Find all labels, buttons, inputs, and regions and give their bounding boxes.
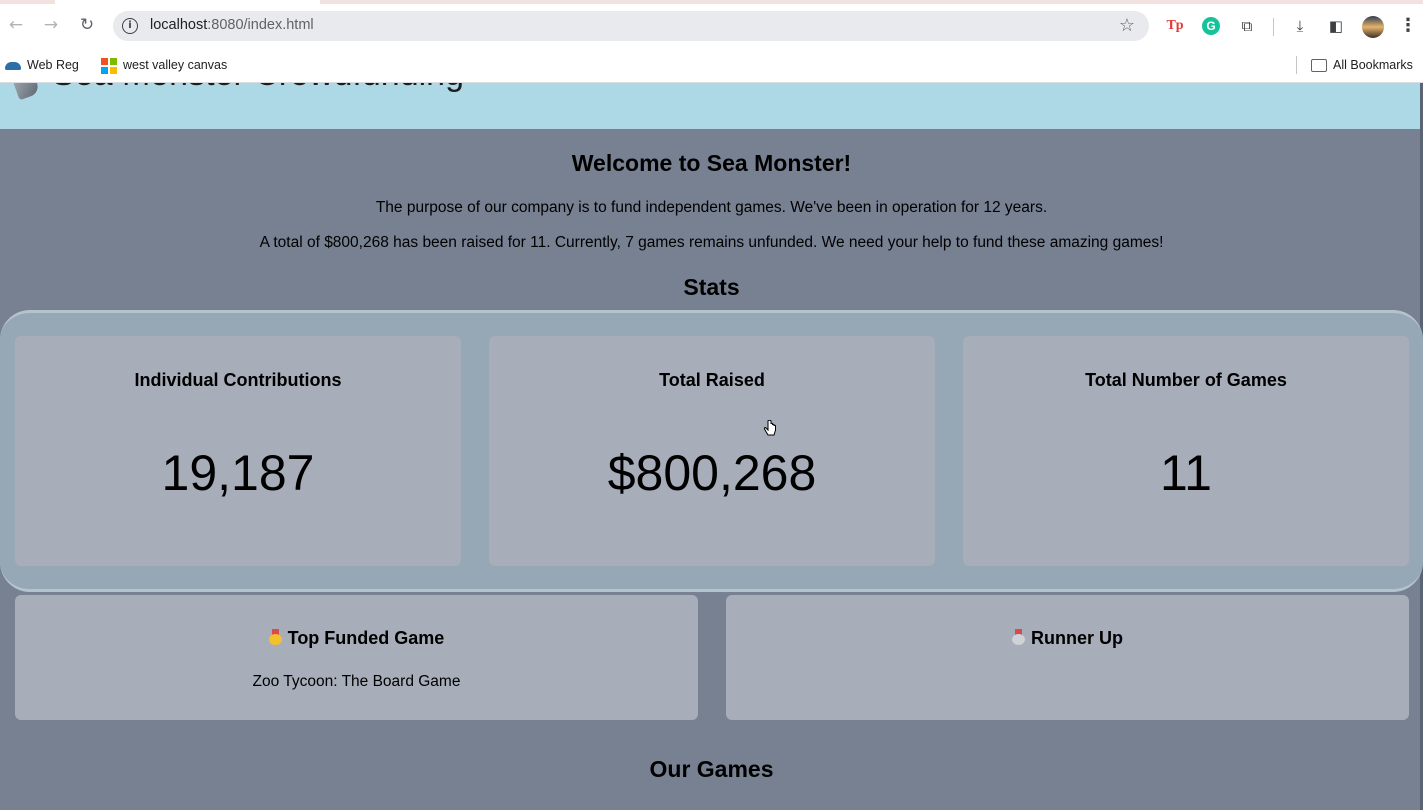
stat-card-contributions: Individual Contributions 19,187: [15, 336, 461, 566]
side-panel-icon[interactable]: ◧: [1326, 16, 1346, 36]
bookmark-web-reg[interactable]: Web Reg: [5, 55, 79, 75]
welcome-heading: Welcome to Sea Monster!: [571, 150, 852, 176]
browser-toolbar: ← → ↻ i localhost:8080/index.html ☆ Tp G…: [0, 4, 1423, 48]
stat-label: Total Number of Games: [1085, 370, 1287, 390]
intro-paragraph-2: A total of $800,268 has been raised for …: [259, 234, 1164, 251]
forward-arrow-icon[interactable]: →: [40, 14, 62, 36]
hand-cursor-icon: [763, 420, 776, 436]
top-funded-game-card: Top Funded Game Zoo Tycoon: The Board Ga…: [15, 595, 698, 720]
runner-up-label: Runner Up: [1031, 628, 1123, 648]
stat-card-total-raised: Total Raised $800,268: [489, 336, 935, 566]
bookmarks-divider: [1296, 56, 1297, 74]
browser-menu-icon[interactable]: ⋮: [1398, 14, 1418, 38]
stat-label: Individual Contributions: [134, 370, 342, 390]
download-icon[interactable]: ⤓: [1290, 16, 1310, 36]
bookmark-star-icon[interactable]: ☆: [1119, 15, 1135, 36]
site-info-icon[interactable]: i: [122, 18, 138, 34]
grammarly-extension-icon[interactable]: G: [1202, 17, 1220, 35]
top-funded-heading: Top Funded Game: [15, 628, 698, 649]
bookmark-west-valley-canvas[interactable]: west valley canvas: [101, 55, 227, 75]
intro-paragraph-1: The purpose of our company is to fund in…: [375, 199, 1048, 216]
url-host: localhost: [150, 17, 208, 33]
stat-label: Total Raised: [659, 370, 765, 390]
stat-value: 19,187: [161, 445, 315, 501]
bookmark-label: Web Reg: [27, 58, 79, 72]
url-path: :8080/index.html: [207, 17, 314, 33]
web-reg-favicon-icon: [5, 61, 21, 70]
site-header: Sea Monster Crowdfunding: [0, 83, 1423, 129]
all-bookmarks-label: All Bookmarks: [1333, 58, 1413, 72]
tp-extension-icon[interactable]: Tp: [1165, 16, 1185, 36]
stats-heading: Stats: [683, 274, 740, 300]
silver-medal-icon: [1012, 629, 1025, 645]
site-title: Sea Monster Crowdfunding: [52, 83, 464, 94]
top-funded-label: Top Funded Game: [287, 628, 445, 648]
profile-avatar[interactable]: [1362, 16, 1384, 38]
stat-card-number-of-games: Total Number of Games 11: [963, 336, 1409, 566]
stat-value: 11: [1160, 445, 1212, 501]
top-funded-game-name: Zoo Tycoon: The Board Game: [252, 673, 461, 690]
all-bookmarks-button[interactable]: All Bookmarks: [1311, 55, 1413, 75]
sea-monster-logo-icon: [13, 83, 41, 101]
bookmark-label: west valley canvas: [123, 58, 228, 72]
our-games-heading: Our Games: [649, 756, 774, 782]
toolbar-divider: [1273, 18, 1274, 36]
folder-icon: [1311, 59, 1327, 73]
stat-value: $800,268: [607, 445, 817, 501]
microsoft-favicon-icon: [101, 57, 117, 74]
gold-medal-icon: [268, 629, 282, 645]
reload-icon[interactable]: ↻: [76, 14, 98, 36]
bookmarks-bar: Web Reg west valley canvas All Bookmarks: [0, 48, 1423, 83]
extensions-puzzle-icon[interactable]: ⧉: [1237, 16, 1257, 36]
url-text[interactable]: localhost:8080/index.html: [150, 17, 314, 33]
runner-up-game-card: Runner Up: [726, 595, 1409, 720]
address-bar[interactable]: i localhost:8080/index.html ☆: [113, 11, 1149, 41]
back-arrow-icon[interactable]: ←: [5, 14, 27, 36]
runner-up-heading: Runner Up: [726, 628, 1409, 649]
